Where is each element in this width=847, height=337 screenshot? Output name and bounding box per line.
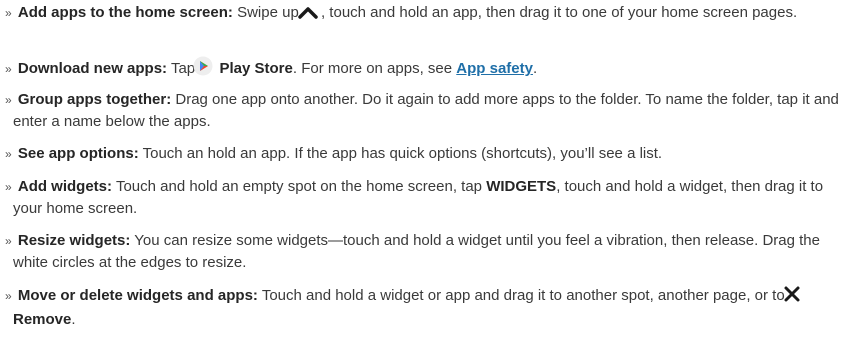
bullet-chevron: » <box>5 180 12 194</box>
item-title: Move or delete widgets and apps: <box>17 287 258 304</box>
item-text: , touch and hold an app, then drag it to… <box>320 4 798 21</box>
item-text: You can resize some widgets—touch and ho… <box>13 232 820 271</box>
item-text: Touch an hold an app. If the app has qui… <box>142 145 663 162</box>
item-text: Touch and hold a widget or app and drag … <box>261 287 785 304</box>
bullet-chevron: » <box>5 93 12 107</box>
item-text: Touch and hold an empty spot on the home… <box>115 178 483 195</box>
item-bold: Remove <box>13 311 72 328</box>
item-app-name: Play Store <box>219 60 293 77</box>
play-store-icon <box>193 56 213 82</box>
item-title: Download new apps: <box>17 60 168 77</box>
item-title: See app options: <box>17 145 139 162</box>
item-title: Group apps together: <box>17 91 172 108</box>
item-text: Swipe up <box>237 4 299 21</box>
item-title: Add apps to the home screen: <box>17 4 233 21</box>
list-item-move-delete: » Move or delete widgets and apps: Touch… <box>5 285 847 330</box>
list-item-add-widgets: » Add widgets: Touch and hold an empty s… <box>5 176 847 219</box>
item-text: . For more on apps, see <box>292 60 453 77</box>
item-text: . <box>71 311 76 328</box>
item-text: . <box>532 60 538 77</box>
item-bold: WIDGETS <box>486 178 557 195</box>
close-x-icon <box>784 285 801 309</box>
bullet-chevron: » <box>5 289 12 303</box>
bullet-chevron: » <box>5 147 12 161</box>
list-item-add-apps: » Add apps to the home screen: Swipe up … <box>5 2 847 26</box>
list-item-resize-widgets: » Resize widgets: You can resize some wi… <box>5 230 847 273</box>
list-item-group-apps: » Group apps together: Drag one app onto… <box>5 89 847 132</box>
bullet-chevron: » <box>5 62 12 76</box>
item-title: Resize widgets: <box>17 232 131 249</box>
item-text: Tap <box>170 60 196 77</box>
chevron-up-icon <box>298 4 319 26</box>
bullet-chevron: » <box>5 6 12 20</box>
item-title: Add widgets: <box>17 178 113 195</box>
list-item-download-apps: » Download new apps: Tap Play Store. For… <box>5 56 847 82</box>
bullet-chevron: » <box>5 234 12 248</box>
list-item-app-options: » See app options: Touch an hold an app.… <box>5 143 847 165</box>
app-safety-link[interactable]: App safety <box>456 60 533 77</box>
